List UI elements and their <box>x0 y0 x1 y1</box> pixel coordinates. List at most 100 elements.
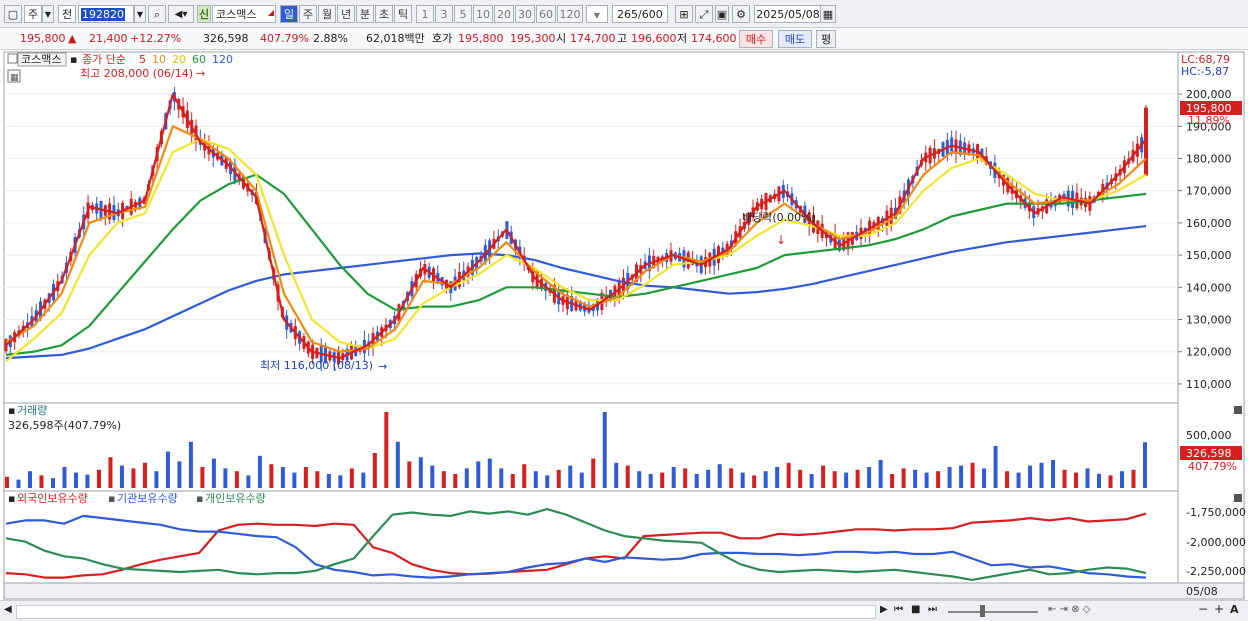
evaluate-button[interactable]: 평 <box>816 30 836 48</box>
volume-bar <box>349 468 354 488</box>
volume-bar <box>786 462 791 488</box>
low-annotation: 최저 116,000 (08/13) <box>260 359 373 372</box>
volume-bar <box>545 475 550 488</box>
volume-ratio: 407.79% <box>260 32 309 45</box>
holdings-menu-icon[interactable]: ▪ <box>8 492 15 505</box>
period-prefix[interactable]: 전 <box>58 5 76 23</box>
volume-bar <box>648 474 653 488</box>
volume-value-line: 326,598주(407.79%) <box>8 419 121 432</box>
change-value: 21,400 <box>89 32 128 45</box>
interval-10[interactable]: 10 <box>473 5 493 23</box>
panel-menu-icon[interactable] <box>7 53 18 64</box>
market-type-select[interactable]: 주 <box>24 5 42 23</box>
period-tab-minute[interactable]: 분 <box>356 5 374 23</box>
price-tick-label: 170,000 <box>1186 185 1232 198</box>
low-label: 저 <box>677 32 688 45</box>
volume-bar <box>878 460 883 488</box>
volume-bar <box>844 472 849 488</box>
stop-icon[interactable]: ■ <box>911 604 920 615</box>
quote-bar: 195,800 ▲ 21,400 +12.27% 326,598 407.79%… <box>0 28 1248 50</box>
period-tab-day[interactable]: 일 <box>280 5 298 23</box>
interval-20[interactable]: 20 <box>494 5 514 23</box>
layout-icon[interactable]: ▢ <box>4 5 22 23</box>
stock-code-input[interactable]: 192820 <box>78 5 134 23</box>
stock-chart[interactable]: 200,000190,000180,000170,000160,000150,0… <box>0 50 1248 600</box>
volume-bar <box>947 467 952 488</box>
volume-bar <box>832 471 837 488</box>
sell-button[interactable]: 매도 <box>778 30 812 48</box>
scroll-left-icon[interactable]: ◀ <box>4 604 12 615</box>
buy-button[interactable]: 매수 <box>739 30 773 48</box>
forward-icon[interactable]: ⏭ <box>928 604 937 615</box>
stock-name-tag-label: 코스맥스 <box>21 53 61 66</box>
volume-bar <box>200 467 205 488</box>
date-field[interactable]: 2025/05/08 <box>754 5 822 23</box>
volume-bar <box>637 471 642 488</box>
ma-period-120: 120 <box>212 53 233 66</box>
rewind-icon[interactable]: ⏮ <box>894 604 903 615</box>
calendar-icon[interactable]: ▦ <box>820 5 836 23</box>
gear-icon[interactable]: ⚙ <box>732 5 750 23</box>
ask-label: 호가 <box>432 32 453 45</box>
dividend-arrow-icon: ↓ <box>776 233 786 247</box>
date-axis-right-label: 05/08 <box>1186 585 1218 598</box>
volume-panel-close-icon[interactable] <box>1234 406 1242 414</box>
up-arrow-icon: ▲ <box>68 32 77 45</box>
period-tab-label: 년 <box>340 8 352 21</box>
interval-30[interactable]: 30 <box>515 5 535 23</box>
count-input[interactable]: 265/600 <box>612 5 668 23</box>
interval-3[interactable]: 3 <box>435 5 453 23</box>
period-tab-second[interactable]: 초 <box>375 5 393 23</box>
volume-current-pct: 407.79% <box>1188 460 1237 473</box>
hc-label: HC:-5,87 <box>1181 65 1229 78</box>
open-label: 시 <box>556 32 567 45</box>
zoom-slider-handle[interactable] <box>980 605 985 617</box>
price-tick-label: 130,000 <box>1186 314 1232 327</box>
period-tab-year[interactable]: 년 <box>337 5 355 23</box>
search-icon[interactable]: ⌕ <box>148 5 166 23</box>
zoom-out-icon[interactable]: − <box>1198 602 1208 616</box>
period-tab-tick[interactable]: 틱 <box>394 5 412 23</box>
interval-120[interactable]: 120 <box>557 5 583 23</box>
interval-select[interactable]: ▼ <box>586 5 608 23</box>
volume-menu-icon[interactable]: ▪ <box>8 404 15 417</box>
volume-bar <box>292 472 297 488</box>
save-icon[interactable]: ▣ <box>715 5 729 23</box>
ma-menu-icon[interactable]: ▪ <box>70 53 77 66</box>
volume-bar <box>73 472 78 488</box>
play-icon[interactable]: ▶ <box>880 604 888 615</box>
high-arrow-icon: → <box>196 67 205 80</box>
holdings-panel-close-icon[interactable] <box>1234 494 1242 502</box>
period-tab-month[interactable]: 월 <box>318 5 336 23</box>
volume-bar <box>1074 472 1079 488</box>
volume-bar <box>407 461 412 488</box>
period-tab-label: 주 <box>302 8 314 21</box>
volume-bar <box>246 475 251 488</box>
volume-bar <box>821 465 826 488</box>
chart-option-icons[interactable]: ⇤ ⇥ ⊗ ◇ <box>1048 604 1090 615</box>
interval-5[interactable]: 5 <box>454 5 472 23</box>
volume-bar <box>568 465 573 488</box>
zoom-slider[interactable] <box>948 611 1038 613</box>
speaker-icon[interactable]: ◀▾ <box>168 5 194 23</box>
interval-60[interactable]: 60 <box>536 5 556 23</box>
scroll-track[interactable] <box>16 605 876 619</box>
period-tab-week[interactable]: 주 <box>299 5 317 23</box>
volume-bar <box>671 467 676 488</box>
chevron-down-icon[interactable]: ▼ <box>134 5 146 23</box>
crosshair-icon[interactable]: ⤢ <box>695 5 713 23</box>
chevron-down-icon[interactable]: ▼ <box>42 5 54 23</box>
interval-1[interactable]: 1 <box>416 5 434 23</box>
volume-bar <box>924 472 929 488</box>
interval-label: 1 <box>421 8 429 21</box>
chart-tools-icon[interactable]: ⊞ <box>675 5 693 23</box>
market-type-label: 주 <box>27 8 39 21</box>
font-size-icon[interactable]: A <box>1230 603 1239 616</box>
zoom-in-icon[interactable]: + <box>1214 602 1224 616</box>
volume-axis-label: 500,000 <box>1186 429 1232 442</box>
stock-name-value: 코스맥스 <box>216 8 257 21</box>
stock-code-value: 192820 <box>81 8 125 21</box>
ma-period-60: 60 <box>192 53 206 66</box>
volume-bar <box>936 471 941 488</box>
stock-name-field[interactable]: 코스맥스 ◢ <box>212 5 276 23</box>
